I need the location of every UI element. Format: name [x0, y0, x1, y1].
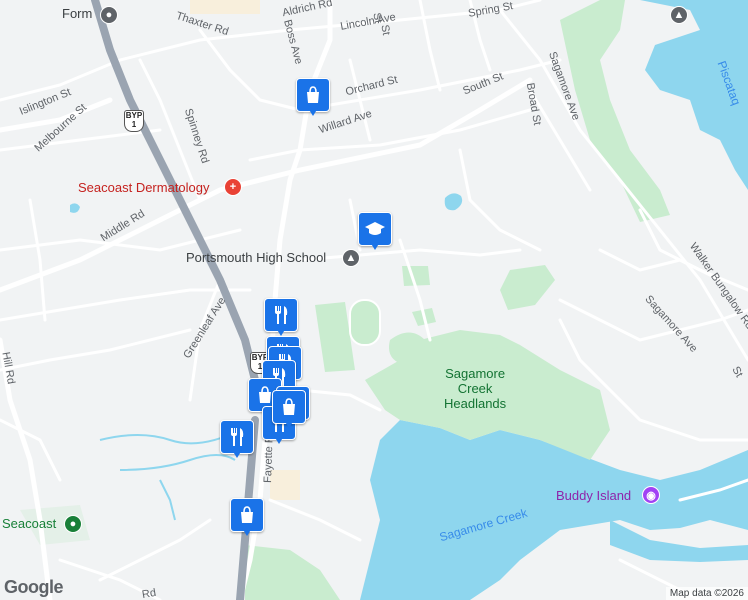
place-label-form[interactable]: Form [62, 6, 92, 21]
highway-shield-byp-1: BYP 1 [124, 110, 144, 132]
map-pin-shopping[interactable] [272, 390, 306, 430]
place-marker-icon[interactable]: ● [100, 6, 118, 24]
track [349, 299, 381, 346]
university-icon[interactable]: ▲ [670, 6, 688, 24]
marsh-creek-2 [119, 454, 236, 471]
medical-icon[interactable]: + [224, 178, 242, 196]
map-pin-restaurant[interactable] [220, 420, 254, 460]
street-label-fragment-3: Rd [141, 586, 157, 600]
place-label-sagamore-creek-headlands[interactable]: Sagamore Creek Headlands [444, 366, 506, 411]
sagamore-creek-water [360, 420, 748, 600]
field-5 [500, 265, 555, 310]
street-label-fragment-2: St [378, 23, 393, 37]
camera-icon[interactable]: ◉ [642, 486, 660, 504]
map-canvas[interactable]: Aldrich Rd Thaxter Rd Lincoln Ave Spring… [0, 0, 748, 600]
field-2 [315, 302, 355, 372]
street-label-fragment-1: St [370, 11, 385, 25]
marsh-creek [99, 429, 241, 445]
pond [444, 193, 463, 211]
pond-2 [70, 203, 80, 213]
map-pin-restaurant[interactable] [264, 298, 298, 338]
google-logo[interactable]: Google [4, 577, 64, 598]
shopping-bag-icon [307, 86, 319, 103]
place-label-seacoast[interactable]: Seacoast [2, 516, 56, 531]
marsh-creek-3 [159, 479, 176, 521]
park-icon[interactable]: ● [64, 515, 82, 533]
map-pin-shopping[interactable] [230, 498, 264, 538]
graduation-cap-icon [365, 222, 385, 235]
place-label-portsmouth-high-school[interactable]: Portsmouth High School [186, 250, 326, 265]
map-pin-school[interactable] [358, 212, 392, 252]
map-pin-shopping[interactable] [296, 78, 330, 118]
commercial-area-1 [190, 0, 260, 14]
map-attribution[interactable]: Map data ©2026 [665, 587, 748, 600]
park-sw [245, 545, 340, 600]
place-label-seacoast-dermatology[interactable]: Seacoast Dermatology [78, 180, 210, 195]
shopping-bag-icon [283, 398, 295, 415]
field-1 [402, 266, 430, 286]
commercial-area-2 [270, 470, 300, 500]
fork-knife-icon [275, 306, 288, 324]
shopping-bag-icon [241, 506, 253, 523]
fork-knife-icon [231, 428, 244, 446]
place-label-buddy-island[interactable]: Buddy Island [556, 488, 631, 503]
